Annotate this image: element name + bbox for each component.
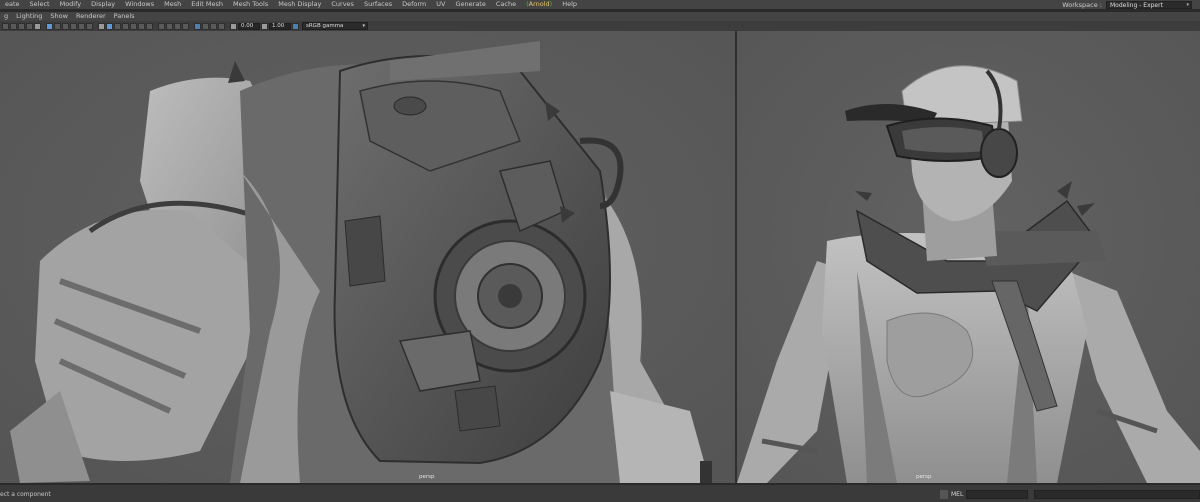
menu-item-display[interactable]: Display: [86, 0, 120, 9]
grid-icon[interactable]: [34, 22, 41, 30]
exposure-field[interactable]: 0.00: [238, 22, 260, 30]
color-management-icon[interactable]: [292, 22, 299, 30]
workspace-label: Workspace :: [1062, 0, 1102, 9]
view-transform-value: sRGB gamma: [306, 23, 344, 29]
safe-action-icon[interactable]: [78, 22, 85, 30]
menu-item-mesh-tools[interactable]: Mesh Tools: [228, 0, 273, 9]
command-input[interactable]: [966, 490, 1028, 499]
menu-item-arnold[interactable]: (Arnold): [521, 0, 557, 9]
viewport-left[interactable]: persp: [0, 31, 735, 483]
gamma-field[interactable]: 1.00: [269, 22, 291, 30]
menu-item-help[interactable]: Help: [557, 0, 582, 9]
panel-menu-item-show[interactable]: Show: [46, 12, 72, 21]
textured-icon[interactable]: [130, 22, 137, 30]
viewport-right[interactable]: persp: [737, 31, 1200, 483]
workspace-select[interactable]: Modeling - Expert ▾: [1106, 0, 1192, 9]
smooth-shade-icon[interactable]: [106, 22, 113, 30]
menu-item-deform[interactable]: Deform: [397, 0, 431, 9]
xray-joints-icon[interactable]: [210, 22, 217, 30]
motion-blur-icon[interactable]: [166, 22, 173, 30]
workspace-area: Workspace : Modeling - Expert ▾: [1062, 0, 1192, 9]
panel-menu-item-panels[interactable]: Panels: [110, 12, 139, 21]
script-editor-toggle[interactable]: [940, 490, 948, 499]
viewport-render-right: [737, 31, 1200, 483]
menu-item-surfaces[interactable]: Surfaces: [359, 0, 397, 9]
depth-of-field-icon[interactable]: [182, 22, 189, 30]
panel-toolbar: 0.00 1.00 sRGB gamma ▾: [0, 21, 1200, 31]
panel-menu-bar: g Lighting Show Renderer Panels: [0, 12, 1200, 21]
menu-item-uv[interactable]: UV: [431, 0, 450, 9]
chevron-down-icon: ▾: [1186, 1, 1189, 8]
chevron-down-icon: ▾: [362, 23, 365, 29]
exposure-icon[interactable]: [230, 22, 237, 30]
select-camera-icon[interactable]: [2, 22, 9, 30]
command-result: [1034, 490, 1200, 499]
menu-item-select[interactable]: Select: [25, 0, 55, 9]
help-text: ect a component: [0, 491, 51, 498]
panel-menu-item-renderer[interactable]: Renderer: [72, 12, 110, 21]
view-transform-select[interactable]: sRGB gamma ▾: [302, 22, 368, 30]
menu-item-generate[interactable]: Generate: [451, 0, 491, 9]
xray-icon[interactable]: [202, 22, 209, 30]
resolution-gate-icon[interactable]: [54, 22, 61, 30]
help-line: ect a component MEL: [0, 483, 1200, 502]
shadows-icon[interactable]: [146, 22, 153, 30]
safe-title-icon[interactable]: [86, 22, 93, 30]
camera-label-right: persp: [916, 474, 932, 480]
wireframe-icon[interactable]: [98, 22, 105, 30]
camera-label-left: persp: [419, 474, 435, 480]
gamma-icon[interactable]: [261, 22, 268, 30]
use-lights-icon[interactable]: [138, 22, 145, 30]
image-plane-icon[interactable]: [26, 22, 33, 30]
camera-attributes-icon[interactable]: [10, 22, 17, 30]
bookmark-icon[interactable]: [18, 22, 25, 30]
workspace-value: Modeling - Expert: [1110, 1, 1163, 9]
film-gate-icon[interactable]: [46, 22, 53, 30]
menu-item-mesh[interactable]: Mesh: [159, 0, 186, 9]
menu-item-edit-mesh[interactable]: Edit Mesh: [186, 0, 228, 9]
screen-space-ao-icon[interactable]: [158, 22, 165, 30]
xray-components-icon[interactable]: [218, 22, 225, 30]
menu-item-mesh-display[interactable]: Mesh Display: [273, 0, 326, 9]
menu-item-modify[interactable]: Modify: [55, 0, 87, 9]
main-menu-items: eate Select Modify Display Windows Mesh Edit M…: [0, 0, 582, 9]
menu-item-curves[interactable]: Curves: [326, 0, 359, 9]
mel-label[interactable]: MEL: [951, 491, 963, 498]
isolate-select-icon[interactable]: [194, 22, 201, 30]
menu-item-cache[interactable]: Cache: [491, 0, 521, 9]
field-chart-icon[interactable]: [70, 22, 77, 30]
antialiasing-icon[interactable]: [174, 22, 181, 30]
main-menu-bar: eate Select Modify Display Windows Mesh Edit M…: [0, 0, 1200, 9]
panel-menu-item-view[interactable]: g: [0, 12, 12, 21]
viewport-render-left: [0, 31, 735, 483]
gate-mask-icon[interactable]: [62, 22, 69, 30]
bounding-box-icon[interactable]: [114, 22, 121, 30]
wireframe-on-shaded-icon[interactable]: [122, 22, 129, 30]
menu-item-eate[interactable]: eate: [0, 0, 25, 9]
panel-menu-item-lighting[interactable]: Lighting: [12, 12, 46, 21]
menu-item-windows[interactable]: Windows: [120, 0, 159, 9]
